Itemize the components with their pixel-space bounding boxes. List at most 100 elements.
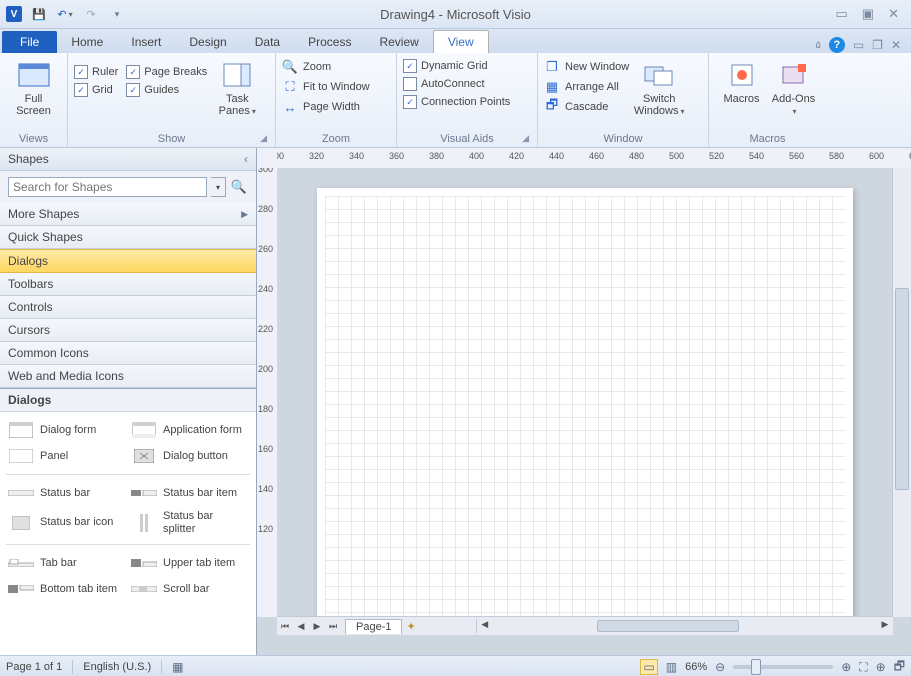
close-button[interactable]: ✕ xyxy=(888,6,899,22)
tab-process[interactable]: Process xyxy=(294,31,365,53)
search-input[interactable] xyxy=(8,177,207,197)
task-panes-button[interactable]: Task Panes▾ xyxy=(215,59,259,117)
switch-windows-button[interactable]: Switch Windows▾ xyxy=(637,59,681,117)
last-page-icon[interactable]: ⏭ xyxy=(325,621,341,632)
vscroll-thumb[interactable] xyxy=(895,288,909,490)
mdi-restore-icon[interactable]: ❐ xyxy=(872,38,883,52)
tab-file[interactable]: File xyxy=(2,31,57,53)
shape-status-bar[interactable]: Status bar xyxy=(6,481,127,505)
cat-cursors[interactable]: Cursors xyxy=(0,319,256,342)
minimize-button[interactable]: ▭ xyxy=(836,6,848,22)
fit-window-button[interactable]: ⛶Fit to Window xyxy=(282,79,370,95)
autoconnect-checkbox[interactable]: AutoConnect xyxy=(403,77,510,91)
tab-review[interactable]: Review xyxy=(365,31,432,53)
presentation-mode-icon[interactable]: ▭ xyxy=(640,659,657,675)
shape-status-bar-item[interactable]: Status bar item xyxy=(129,481,250,505)
tab-view[interactable]: View xyxy=(433,30,489,53)
macros-button[interactable]: Macros xyxy=(720,59,764,105)
help-icon[interactable]: ? xyxy=(829,37,845,53)
prev-page-icon[interactable]: ◀ xyxy=(293,621,309,632)
mdi-close-icon[interactable]: ✕ xyxy=(891,38,901,52)
shapes-pane: Shapes‹ ▾ 🔍 More Shapes▶ Quick Shapes Di… xyxy=(0,148,257,655)
cat-toolbars[interactable]: Toolbars xyxy=(0,273,256,296)
guides-checkbox[interactable]: ✓Guides xyxy=(126,83,207,97)
new-window-button[interactable]: ❐New Window xyxy=(544,59,629,75)
pan-zoom-icon[interactable]: ⊕ xyxy=(876,660,886,674)
zoom-level[interactable]: 66% xyxy=(685,661,707,673)
shape-application-form[interactable]: Application form xyxy=(129,418,250,442)
zoom-button[interactable]: 🔍Zoom xyxy=(282,59,370,75)
first-page-icon[interactable]: ⏮ xyxy=(277,621,293,632)
page-width-button[interactable]: ↔Page Width xyxy=(282,99,370,115)
full-screen-button[interactable]: Full Screen xyxy=(12,59,56,117)
page-tab[interactable]: Page-1 xyxy=(345,619,402,634)
cat-web-media-icons[interactable]: Web and Media Icons xyxy=(0,365,256,388)
arrange-all-icon: ▦ xyxy=(544,79,560,95)
shape-status-bar-icon[interactable]: Status bar icon xyxy=(6,507,127,538)
zoom-in-icon[interactable]: ⊕ xyxy=(841,660,851,674)
connection-points-checkbox[interactable]: ✓Connection Points xyxy=(403,95,510,109)
dynamic-grid-checkbox[interactable]: ✓Dynamic Grid xyxy=(403,59,510,73)
shape-panel[interactable]: Panel xyxy=(6,444,127,468)
cat-controls[interactable]: Controls xyxy=(0,296,256,319)
redo-icon[interactable]: ↷ xyxy=(82,5,100,23)
normal-view-icon[interactable]: ▥ xyxy=(666,660,677,674)
tab-home[interactable]: Home xyxy=(57,31,117,53)
hscroll-thumb[interactable] xyxy=(597,620,739,632)
mdi-minimize-icon[interactable]: ▭ xyxy=(853,38,864,52)
zoom-out-icon[interactable]: ⊖ xyxy=(715,660,725,674)
shape-scroll-bar[interactable]: Scroll bar xyxy=(129,577,250,601)
zoom-thumb[interactable] xyxy=(751,659,761,675)
status-language[interactable]: English (U.S.) xyxy=(83,661,151,673)
horizontal-scrollbar[interactable]: ◀▶ xyxy=(476,619,893,633)
status-page: Page 1 of 1 xyxy=(6,661,62,673)
qat-customize-icon[interactable]: ▾ xyxy=(108,5,126,23)
zoom-icon: 🔍 xyxy=(282,59,298,75)
chevron-right-icon: ▶ xyxy=(241,209,248,220)
show-launcher-icon[interactable]: ◢ xyxy=(260,133,267,144)
shape-status-bar-splitter[interactable]: Status bar splitter xyxy=(129,507,250,538)
ruler-checkbox[interactable]: ✓Ruler xyxy=(74,65,118,79)
search-dropdown-icon[interactable]: ▾ xyxy=(211,177,226,197)
undo-icon[interactable]: ↶▾ xyxy=(56,5,74,23)
ribbon-tabs: File Home Insert Design Data Process Rev… xyxy=(0,29,911,53)
cat-common-icons[interactable]: Common Icons xyxy=(0,342,256,365)
ribbon-minimize-icon[interactable]: ۵ xyxy=(815,40,820,51)
shape-dialog-button[interactable]: Dialog button xyxy=(129,444,250,468)
page-breaks-checkbox[interactable]: ✓Page Breaks xyxy=(126,65,207,79)
shape-tab-bar[interactable]: Tab bar xyxy=(6,551,127,575)
switch-windows-status-icon[interactable]: 🗗 xyxy=(894,657,905,676)
tab-insert[interactable]: Insert xyxy=(117,31,175,53)
tab-design[interactable]: Design xyxy=(175,31,240,53)
zoom-slider[interactable] xyxy=(733,665,833,669)
search-go-icon[interactable]: 🔍 xyxy=(230,177,248,197)
cat-dialogs[interactable]: Dialogs xyxy=(0,249,256,273)
next-page-icon[interactable]: ▶ xyxy=(309,621,325,632)
cat-more-shapes[interactable]: More Shapes▶ xyxy=(0,203,256,226)
visual-aids-launcher-icon[interactable]: ◢ xyxy=(522,133,529,144)
cat-quick-shapes[interactable]: Quick Shapes xyxy=(0,226,256,249)
cascade-button[interactable]: 🗗Cascade xyxy=(544,99,629,115)
canvas[interactable] xyxy=(277,168,893,617)
maximize-button[interactable]: ▣ xyxy=(862,6,874,22)
new-page-icon[interactable]: ✦ xyxy=(406,620,415,633)
shape-upper-tab-item[interactable]: Upper tab item xyxy=(129,551,250,575)
macro-record-icon[interactable]: ▦ xyxy=(172,660,183,674)
group-zoom-label: Zoom xyxy=(282,131,390,147)
shapes-collapse-icon[interactable]: ‹ xyxy=(244,152,248,166)
fit-page-icon[interactable]: ⛶ xyxy=(859,660,867,675)
page-nav-row: ⏮ ◀ ▶ ⏭ Page-1 ✦ ◀▶ xyxy=(277,616,893,635)
arrange-all-button[interactable]: ▦Arrange All xyxy=(544,79,629,95)
save-icon[interactable]: 💾 xyxy=(30,5,48,23)
ruler-corner xyxy=(257,148,278,169)
vertical-scrollbar[interactable] xyxy=(892,168,911,617)
shape-dialog-form[interactable]: Dialog form xyxy=(6,418,127,442)
grid-checkbox[interactable]: ✓Grid xyxy=(74,83,118,97)
shape-bottom-tab-item[interactable]: Bottom tab item xyxy=(6,577,127,601)
addons-button[interactable]: Add-Ons▾ xyxy=(772,59,816,117)
visio-icon[interactable]: V xyxy=(6,6,22,22)
full-screen-icon xyxy=(18,59,50,91)
group-macros-label: Macros xyxy=(715,131,820,147)
drawing-page[interactable] xyxy=(317,188,853,617)
tab-data[interactable]: Data xyxy=(241,31,294,53)
